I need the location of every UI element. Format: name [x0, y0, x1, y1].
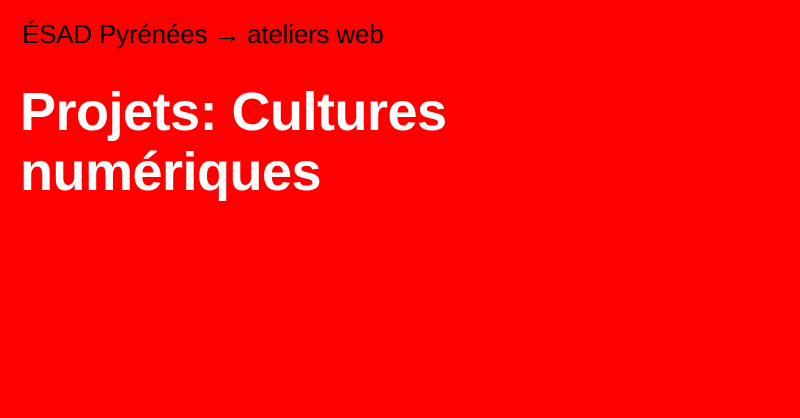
breadcrumb-site[interactable]: ÉSAD Pyrénées	[22, 19, 207, 49]
breadcrumb-section[interactable]: ateliers web	[247, 19, 384, 49]
breadcrumb: ÉSAD Pyrénées → ateliers web	[22, 18, 384, 50]
breadcrumb-separator: →	[207, 19, 248, 49]
page-title-line-2: numériques	[20, 142, 322, 202]
page-card: ÉSAD Pyrénées → ateliers web Projets: Cu…	[0, 0, 800, 418]
page-title-line-1: Projets: Cultures	[20, 82, 447, 142]
page-title: Projets: Cultures numériques	[20, 82, 760, 202]
